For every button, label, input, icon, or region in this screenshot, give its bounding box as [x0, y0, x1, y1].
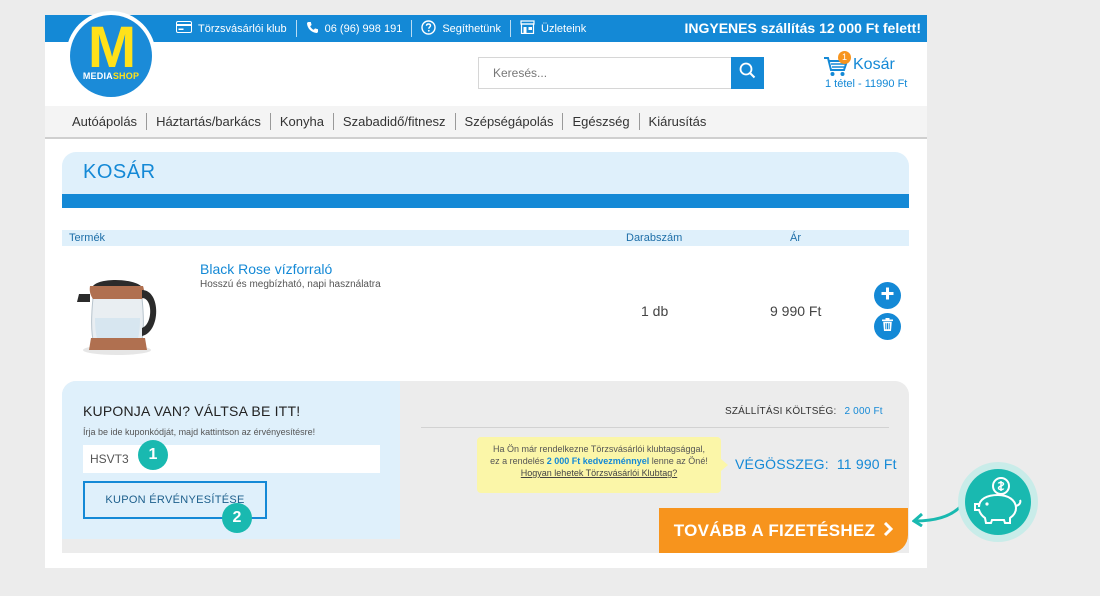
top-link-label: Törzsvásárlói klub: [198, 22, 287, 35]
top-link-stores[interactable]: Üzleteink: [511, 20, 595, 37]
cart-summary: 1 tétel - 11990 Ft: [825, 78, 908, 90]
page-title-box: KOSÁR: [62, 152, 909, 194]
proceed-to-checkout-button[interactable]: TOVÁBB A FIZETÉSHEZ: [659, 508, 908, 553]
top-bar: Törzsvásárlói klub 06 (96) 998 191 Segít…: [45, 15, 927, 42]
increase-quantity-button[interactable]: [874, 282, 901, 309]
total-value: 11 990 Ft: [836, 456, 897, 472]
column-header-product: Termék: [69, 232, 106, 244]
piggy-bank-icon: [965, 477, 1031, 539]
coupon-hint: Írja be ide kuponkódját, majd kattintson…: [83, 427, 316, 437]
help-icon: [421, 19, 437, 38]
search-box: [478, 57, 764, 89]
top-link-label: Üzleteink: [541, 22, 587, 35]
search-input[interactable]: [479, 58, 732, 88]
cart-label: Kosár: [853, 56, 895, 73]
shipping-value: 2 000 Ft: [844, 406, 883, 417]
top-link-label: Segíthetünk: [442, 22, 502, 35]
top-links: Törzsvásárlói klub 06 (96) 998 191 Segít…: [167, 15, 595, 42]
card-icon: [176, 21, 192, 36]
step-2-badge: 2: [222, 503, 252, 533]
page: Törzsvásárlói klub 06 (96) 998 191 Segít…: [45, 11, 927, 568]
cart-widget[interactable]: 1 Kosár 1 tétel - 11990 Ft: [823, 51, 923, 93]
club-membership-link[interactable]: Hogyan lehetek Törzsvásárlói Klubtag?: [477, 467, 721, 479]
product-name-link[interactable]: Black Rose vízforraló: [200, 261, 332, 277]
column-header-price: Ár: [790, 232, 801, 244]
category-nav: Autóápolás Háztartás/barkács Konyha Szab…: [45, 106, 927, 139]
shipping-label: SZÁLLÍTÁSI KÖLTSÉG:: [725, 406, 837, 417]
nav-item-kiarusitas[interactable]: Kiárusítás: [640, 113, 716, 130]
free-shipping-promo: INGYENES szállítás 12 000 Ft felett!: [684, 20, 921, 36]
top-link-club[interactable]: Törzsvásárlói klub: [167, 20, 297, 37]
nav-item-szepsegapolas[interactable]: Szépségápolás: [456, 113, 564, 130]
phone-icon: [306, 21, 319, 37]
club-discount-note: Ha Ön már rendelkezne Törzsvásárlói klub…: [477, 437, 728, 493]
step-1-badge: 1: [138, 440, 168, 470]
savings-callout: [958, 462, 1038, 542]
column-header-qty: Darabszám: [626, 232, 683, 244]
logo-letter: M: [87, 15, 136, 80]
search-button[interactable]: [731, 57, 764, 89]
chevron-right-icon: [883, 521, 894, 541]
nav-item-szabadido[interactable]: Szabadidő/fitnesz: [334, 113, 456, 130]
table-header: Termék Darabszám Ár: [62, 230, 909, 246]
club-note-line1: Ha Ön már rendelkezne Törzsvásárlói klub…: [493, 444, 705, 454]
trash-icon: [882, 317, 893, 336]
club-note-line2: ez a rendelés 2 000 Ft kedvezménnyel len…: [490, 456, 708, 466]
total-label: VÉGÖSSZEG:: [735, 456, 829, 472]
top-link-phone[interactable]: 06 (96) 998 191: [297, 20, 413, 37]
nav-item-haztartas[interactable]: Háztartás/barkács: [147, 113, 271, 130]
cart-count-badge: 1: [838, 51, 851, 64]
callout-arrow-icon: [911, 505, 962, 532]
search-icon: [739, 62, 756, 84]
product-price: 9 990 Ft: [770, 303, 822, 319]
page-title: KOSÁR: [83, 161, 156, 183]
remove-item-button[interactable]: [874, 313, 901, 340]
store-icon: [520, 20, 535, 37]
shipping-cost: SZÁLLÍTÁSI KÖLTSÉG: 2 000 Ft: [725, 406, 883, 417]
checkout-label: TOVÁBB A FIZETÉSHEZ: [673, 520, 876, 540]
logo-wordmark: MEDIASHOP: [82, 71, 140, 81]
coupon-code-input[interactable]: [83, 445, 380, 473]
product-description: Hosszú és megbízható, napi használatra: [200, 279, 381, 290]
mediashop-logo[interactable]: M MEDIASHOP: [66, 11, 156, 101]
club-discount-amount: 2 000 Ft kedvezménnyel: [546, 456, 650, 466]
nav-item-autoapolas[interactable]: Autóápolás: [63, 113, 148, 130]
plus-icon: [881, 287, 894, 305]
title-divider: [62, 194, 909, 208]
top-link-help[interactable]: Segíthetünk: [412, 19, 512, 38]
product-quantity: 1 db: [641, 303, 669, 319]
nav-item-konyha[interactable]: Konyha: [271, 113, 334, 130]
grand-total: VÉGÖSSZEG: 11 990 Ft: [735, 456, 897, 472]
summary-divider: [421, 427, 889, 428]
nav-item-egeszseg[interactable]: Egészség: [563, 113, 640, 130]
coupon-title: KUPONJA VAN? VÁLTSA BE ITT!: [83, 403, 301, 419]
product-image[interactable]: [69, 258, 169, 360]
top-link-label: 06 (96) 998 191: [324, 22, 403, 35]
